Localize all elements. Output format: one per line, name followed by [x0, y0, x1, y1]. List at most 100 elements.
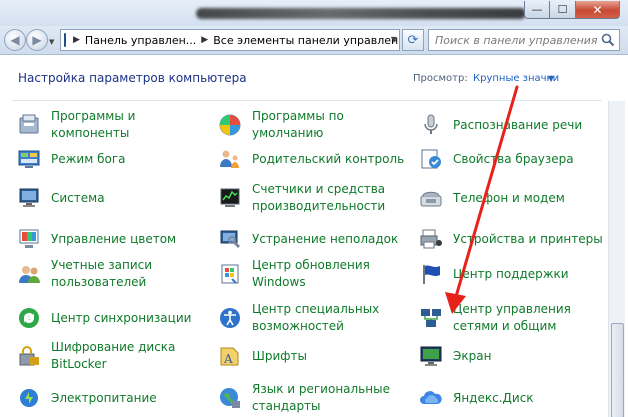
item-phone-modem[interactable]: Телефон и модем — [418, 180, 565, 216]
devices-printers-icon — [418, 226, 444, 252]
view-mode-dropdown[interactable]: Крупные значки — [473, 73, 559, 84]
breadcrumb-control-panel[interactable]: Панель управлен... — [85, 34, 196, 47]
search-placeholder: Поиск в панели управления — [435, 33, 598, 47]
item-system[interactable]: Система — [16, 180, 105, 216]
item-display[interactable]: Экран — [418, 338, 491, 374]
breadcrumb-all-items[interactable]: Все элементы панели управления — [213, 34, 399, 47]
item-bitlocker[interactable]: Шифрование диска BitLocker — [16, 338, 175, 374]
fonts-icon: A — [217, 343, 243, 369]
item-label: Родительский контроль — [252, 151, 405, 166]
back-button[interactable]: ◀ — [4, 29, 26, 51]
item-label: Режим бога — [51, 151, 126, 166]
item-programs-and-features[interactable]: Программы и компоненты — [16, 107, 135, 143]
item-label: Учетные записи пользователей — [51, 258, 153, 289]
item-label: Программы по умолчанию — [252, 109, 344, 140]
item-default-programs[interactable]: Программы по умолчанию — [217, 107, 344, 143]
item-internet-options[interactable]: Свойства браузера — [418, 141, 574, 177]
chevron-down-icon[interactable]: ▼ — [391, 35, 397, 44]
item-label: Центр управления сетями и общим — [453, 302, 571, 333]
svg-text:A: A — [223, 352, 233, 366]
item-label: Язык и региональные стандарты — [252, 382, 390, 413]
item-label: Счетчики и средства производительности — [252, 182, 386, 213]
window-title-blurred — [196, 8, 526, 19]
forward-button[interactable]: ▶ — [26, 29, 48, 51]
parental-controls-icon — [217, 146, 243, 172]
item-label: Яндекс.Диск — [453, 390, 534, 405]
item-troubleshooting[interactable]: Устранение неполадок — [217, 221, 398, 257]
item-sync-center[interactable]: Центр синхронизации — [16, 300, 191, 336]
item-devices-printers[interactable]: Устройства и принтеры — [418, 221, 603, 257]
title-bar: — ☐ ✕ — [0, 0, 628, 26]
programs-icon — [16, 112, 42, 138]
item-action-center[interactable]: Центр поддержки — [418, 256, 569, 292]
chevron-right-icon[interactable]: ▶ — [73, 35, 80, 45]
item-label: Свойства браузера — [453, 151, 574, 166]
item-label: Центр поддержки — [453, 266, 569, 281]
item-performance[interactable]: Счетчики и средства производительности — [217, 180, 385, 216]
display-icon — [418, 343, 444, 369]
item-speech-recognition[interactable]: Распознавание речи — [418, 107, 582, 143]
scrollbar-thumb[interactable] — [611, 323, 624, 417]
performance-icon — [217, 185, 243, 211]
item-god-mode[interactable]: Режим бога — [16, 141, 126, 177]
phone-modem-icon — [418, 185, 444, 211]
network-center-icon — [418, 305, 444, 331]
minimize-button[interactable]: — — [524, 1, 550, 19]
troubleshooting-icon — [217, 226, 243, 252]
vertical-scrollbar[interactable] — [608, 101, 625, 417]
action-center-icon — [418, 261, 444, 287]
chevron-down-icon[interactable]: ▼ — [548, 74, 554, 83]
item-user-accounts[interactable]: Учетные записи пользователей — [16, 256, 152, 292]
item-label: Система — [51, 190, 105, 205]
item-yandex-disk[interactable]: Яндекс.Диск — [418, 380, 534, 416]
address-bar[interactable]: ▶ Панель управлен... ▶ Все элементы пане… — [60, 29, 400, 51]
windows-update-icon — [217, 261, 243, 287]
item-label: Управление цветом — [51, 231, 177, 246]
item-label: Центр синхронизации — [51, 310, 192, 325]
user-accounts-icon — [16, 261, 42, 287]
item-label: Шифрование диска BitLocker — [51, 340, 176, 371]
item-label: Программы и компоненты — [51, 109, 136, 140]
god-mode-icon — [16, 146, 42, 172]
default-programs-icon — [217, 112, 243, 138]
bitlocker-icon — [16, 343, 42, 369]
color-management-icon — [16, 226, 42, 252]
item-parental-controls[interactable]: Родительский контроль — [217, 141, 404, 177]
content-area: Настройка параметров компьютера Просмотр… — [0, 54, 628, 417]
page-heading: Настройка параметров компьютера — [18, 71, 247, 85]
item-label: Шрифты — [252, 348, 307, 363]
item-label: Распознавание речи — [453, 117, 583, 132]
view-label: Просмотр: — [413, 73, 468, 84]
item-label: Экран — [453, 348, 492, 363]
sync-center-icon — [16, 305, 42, 331]
region-language-icon — [217, 385, 243, 411]
yandex-disk-icon — [418, 385, 444, 411]
item-label: Устранение неполадок — [252, 231, 399, 246]
system-icon — [16, 185, 42, 211]
power-options-icon — [16, 385, 42, 411]
chevron-right-icon[interactable]: ▶ — [201, 35, 208, 45]
item-label: Электропитание — [51, 390, 157, 405]
item-ease-of-access[interactable]: Центр специальных возможностей — [217, 300, 379, 336]
item-label: Устройства и принтеры — [453, 231, 603, 246]
ease-of-access-icon — [217, 305, 243, 331]
item-region-language[interactable]: Язык и региональные стандарты — [217, 380, 390, 416]
item-windows-update[interactable]: Центр обновления Windows — [217, 256, 370, 292]
item-label: Центр специальных возможностей — [252, 302, 380, 333]
control-panel-icon — [64, 33, 66, 47]
item-color-management[interactable]: Управление цветом — [16, 221, 176, 257]
item-power-options[interactable]: Электропитание — [16, 380, 157, 416]
item-network-center[interactable]: Центр управления сетями и общим — [418, 300, 571, 336]
search-icon[interactable] — [601, 33, 615, 47]
close-button[interactable]: ✕ — [576, 1, 620, 19]
maximize-button[interactable]: ☐ — [550, 1, 576, 19]
caption-buttons: — ☐ ✕ — [524, 1, 620, 19]
item-label: Центр обновления Windows — [252, 258, 370, 289]
refresh-button[interactable]: ⟳ — [402, 29, 424, 51]
divider — [12, 100, 602, 101]
item-fonts[interactable]: A Шрифты — [217, 338, 307, 374]
speech-recognition-icon — [418, 112, 444, 138]
search-input[interactable]: Поиск в панели управления — [428, 29, 620, 51]
internet-options-icon — [418, 146, 444, 172]
recent-pages-dropdown[interactable]: ▼ — [49, 38, 54, 46]
